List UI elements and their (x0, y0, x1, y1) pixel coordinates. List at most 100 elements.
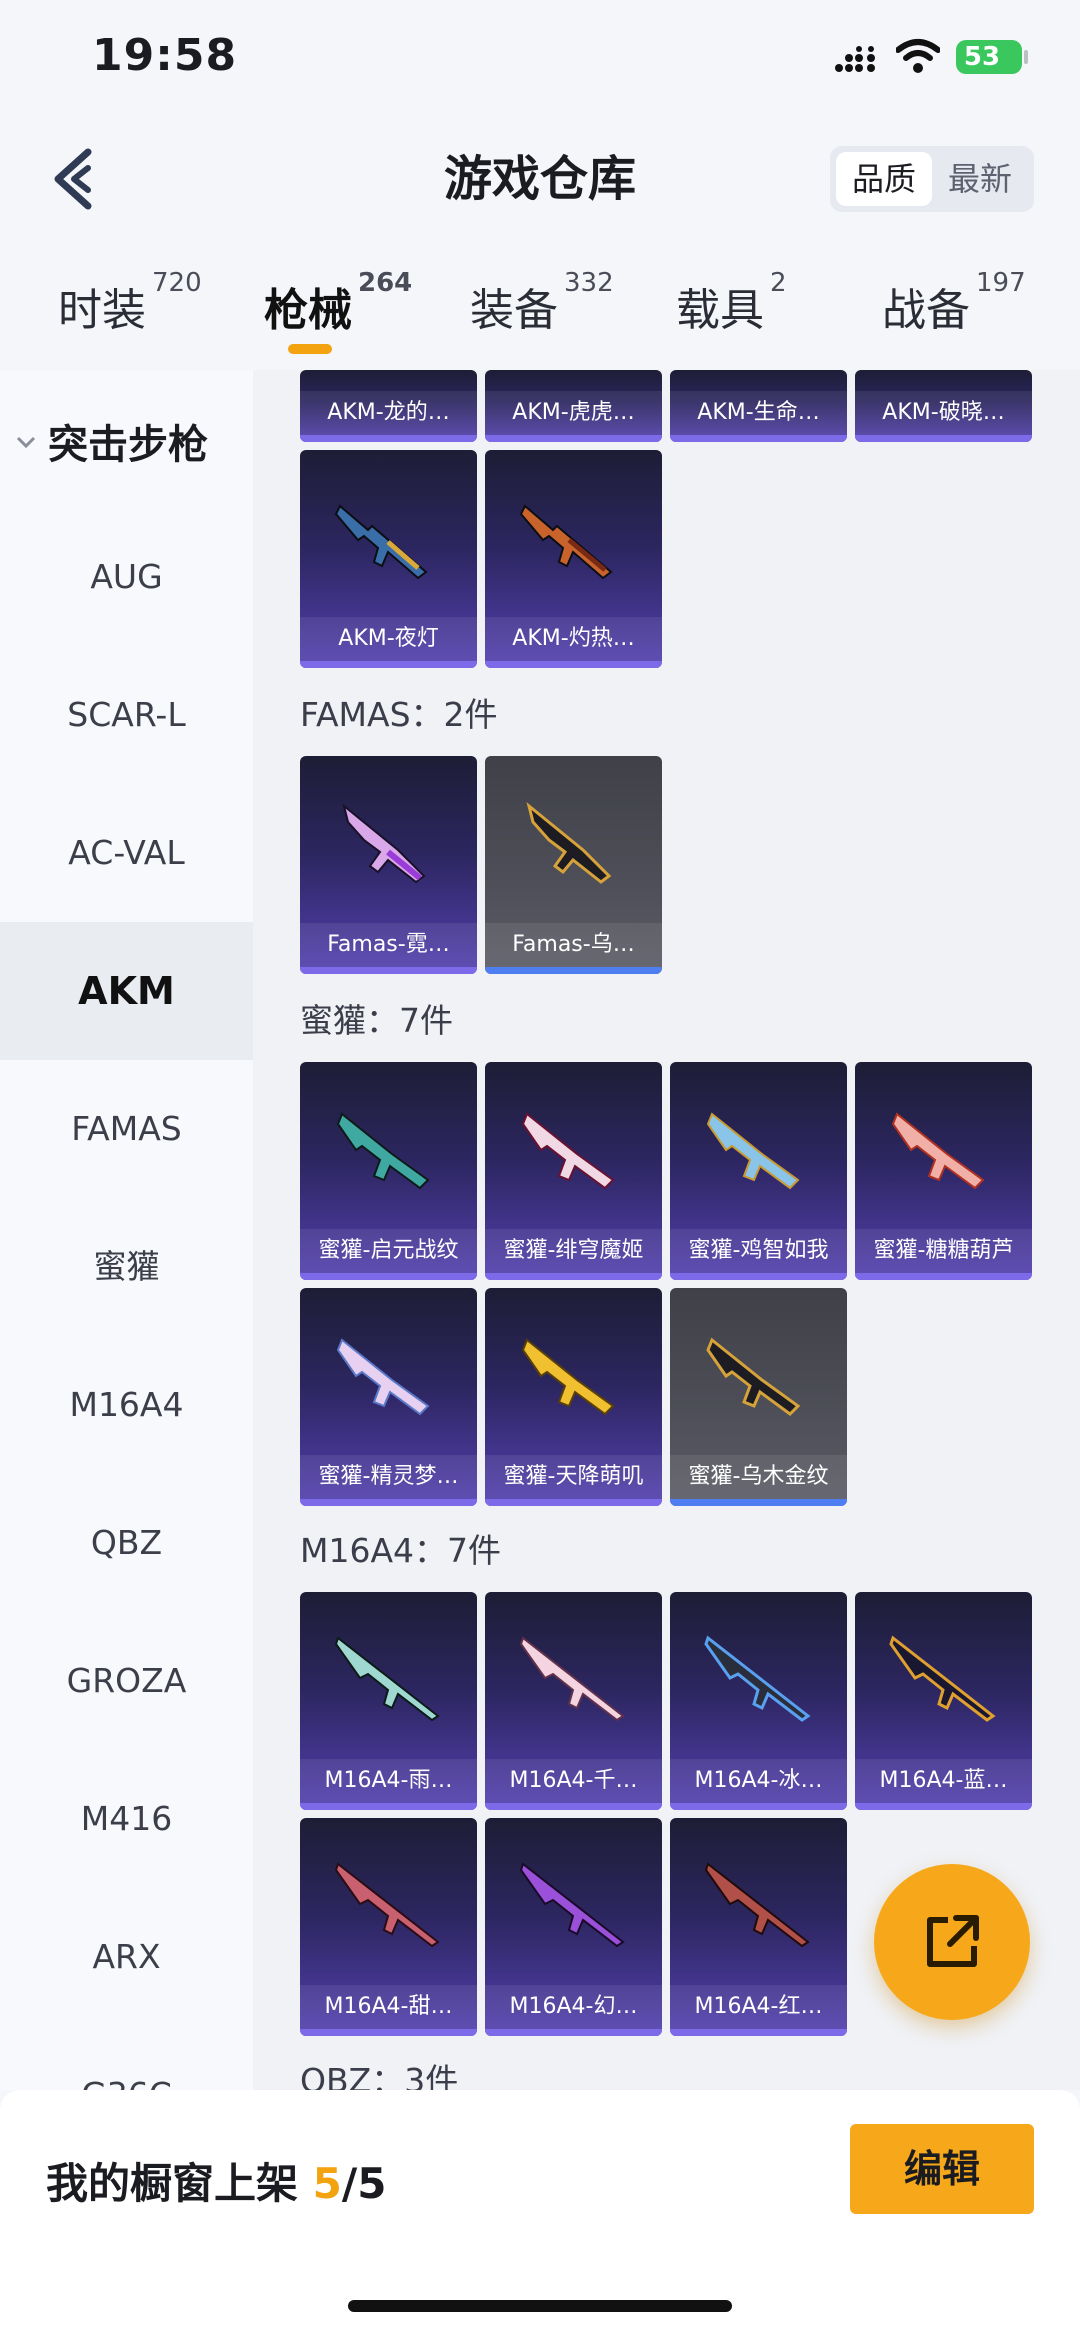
skin-name: 蜜獾-精灵梦… (300, 1455, 477, 1499)
sort-quality-button[interactable]: 品质 (836, 152, 932, 206)
sidebar-item-famas[interactable]: FAMAS (0, 1060, 253, 1198)
skin-card[interactable]: M16A4-甜… (300, 1818, 477, 2036)
tab-count: 197 (976, 268, 1026, 298)
sidebar-item-m16a4[interactable]: M16A4 (0, 1336, 253, 1474)
sidebar-item-arx[interactable]: ARX (0, 1888, 253, 2026)
sidebar-category[interactable]: 突击步枪 (16, 412, 208, 470)
battery-icon: 53 (956, 40, 1028, 74)
skin-name: M16A4-幻… (485, 1985, 662, 2029)
rifle-icon (519, 1636, 625, 1722)
sort-toggle: 品质 最新 (830, 146, 1034, 212)
sidebar-item-m416[interactable]: M416 (0, 1750, 253, 1888)
tab-label: 战备 (882, 285, 970, 336)
skin-card[interactable]: M16A4-冰… (670, 1592, 847, 1810)
skin-name: Famas-乌… (485, 923, 662, 967)
skin-grid: AKM-龙的… AKM-虎虎… AKM-生命… AKM-破晓… AKM-夜灯 A… (253, 370, 1080, 2090)
showcase-status: 我的橱窗上架 5/5 (46, 2150, 386, 2211)
sidebar-item-aug[interactable]: AUG (0, 508, 253, 646)
skin-name: 蜜獾-天降萌叽 (485, 1455, 662, 1499)
sidebar-item-akm[interactable]: AKM (0, 922, 253, 1060)
skin-card[interactable]: M16A4-雨… (300, 1592, 477, 1810)
sidebar-item-qbz[interactable]: QBZ (0, 1474, 253, 1612)
skin-card[interactable]: 蜜獾-鸡智如我 (670, 1062, 847, 1280)
tab-combat-gear[interactable]: 战备197 (882, 268, 1026, 338)
sidebar-item-g36c[interactable]: G36C (0, 2026, 253, 2090)
skin-card[interactable]: 蜜獾-糖糖葫芦 (855, 1062, 1032, 1280)
battery-level: 53 (963, 42, 1001, 72)
rifle-icon (889, 1635, 996, 1722)
tab-equipment[interactable]: 装备332 (470, 268, 614, 338)
skin-name: Famas-霓… (300, 923, 477, 967)
skin-card[interactable]: 蜜獾-启元战纹 (300, 1062, 477, 1280)
skin-name: AKM-夜灯 (300, 617, 477, 661)
wifi-icon (896, 39, 940, 73)
tab-count: 264 (358, 268, 413, 298)
tab-vehicles[interactable]: 载具2 (676, 268, 787, 338)
skin-card[interactable]: AKM-夜灯 (300, 450, 477, 668)
skin-name: 蜜獾-糖糖葫芦 (855, 1229, 1032, 1273)
rifle-icon (334, 1862, 440, 1948)
skin-name: 蜜獾-启元战纹 (300, 1229, 477, 1273)
skin-card[interactable]: AKM-龙的… (300, 370, 477, 442)
skin-card[interactable]: 蜜獾-天降萌叽 (485, 1288, 662, 1506)
share-button[interactable] (874, 1864, 1030, 2020)
skin-name: AKM-灼热… (485, 617, 662, 661)
group-title-famas: FAMAS：2件 (300, 695, 498, 734)
skin-name: M16A4-甜… (300, 1985, 477, 2029)
rifle-icon (519, 504, 613, 580)
sidebar-item-scar-l[interactable]: SCAR-L (0, 646, 253, 784)
skin-card[interactable]: M16A4-千… (485, 1592, 662, 1810)
skin-card[interactable]: M16A4-蓝… (855, 1592, 1032, 1810)
skin-card[interactable]: AKM-虎虎… (485, 370, 662, 442)
skin-card[interactable]: M16A4-幻… (485, 1818, 662, 2036)
share-external-icon (927, 1915, 979, 1967)
tab-outfits[interactable]: 时装720 (58, 268, 202, 338)
status-bar: 19:58 53 (0, 0, 1080, 120)
home-indicator[interactable] (348, 2300, 732, 2312)
rifle-icon (706, 1337, 801, 1416)
rifle-icon (336, 1338, 430, 1416)
sidebar-item-honey-badger[interactable]: 蜜獾 (0, 1198, 253, 1336)
skin-name: M16A4-千… (485, 1759, 662, 1803)
skin-card[interactable]: 蜜獾-绯穹魔姬 (485, 1062, 662, 1280)
tab-label: 装备 (470, 285, 558, 336)
sidebar-item-groza[interactable]: GROZA (0, 1612, 253, 1750)
skin-name: 蜜獾-绯穹魔姬 (485, 1229, 662, 1273)
skin-card[interactable]: AKM-生命… (670, 370, 847, 442)
chevron-down-icon (16, 436, 36, 449)
sidebar-category-label: 突击步枪 (48, 422, 208, 468)
skin-card[interactable]: 蜜獾-乌木金纹 (670, 1288, 847, 1506)
rifle-icon (336, 1112, 430, 1190)
rifle-icon (521, 1112, 615, 1190)
skin-name: M16A4-红… (670, 1985, 847, 2029)
skin-card[interactable]: 蜜獾-精灵梦… (300, 1288, 477, 1506)
rifle-icon (706, 1112, 800, 1190)
tab-count: 2 (770, 268, 787, 298)
skin-name: 蜜獾-鸡智如我 (670, 1229, 847, 1273)
category-tabs: 时装720 枪械264 装备332 载具2 战备197 (0, 260, 1080, 370)
sidebar-item-ac-val[interactable]: AC-VAL (0, 784, 253, 922)
tab-guns[interactable]: 枪械264 (264, 268, 412, 338)
group-title-honey-badger: 蜜獾：7件 (300, 1001, 453, 1040)
skin-name: AKM-龙的… (300, 391, 477, 435)
tab-count: 332 (564, 268, 614, 298)
rifle-icon (342, 803, 426, 884)
skin-card[interactable]: Famas-乌… (485, 756, 662, 974)
tab-label: 枪械 (264, 285, 352, 336)
showcase-total: /5 (341, 2159, 387, 2208)
skin-card[interactable]: AKM-破晓… (855, 370, 1032, 442)
rifle-icon (526, 801, 612, 884)
skin-name: 蜜獾-乌木金纹 (670, 1455, 847, 1499)
tab-label: 载具 (676, 285, 764, 336)
skin-card[interactable]: AKM-灼热… (485, 450, 662, 668)
tab-label: 时装 (58, 285, 146, 336)
sort-newest-button[interactable]: 最新 (932, 152, 1028, 206)
edit-button[interactable]: 编辑 (850, 2124, 1034, 2214)
rifle-icon (521, 1338, 615, 1416)
skin-card[interactable]: M16A4-红… (670, 1818, 847, 2036)
rifle-icon (891, 1112, 985, 1190)
rifle-icon (334, 1636, 440, 1722)
skin-name: AKM-破晓… (855, 391, 1032, 435)
showcase-count: 5 (312, 2159, 342, 2208)
skin-card[interactable]: Famas-霓… (300, 756, 477, 974)
